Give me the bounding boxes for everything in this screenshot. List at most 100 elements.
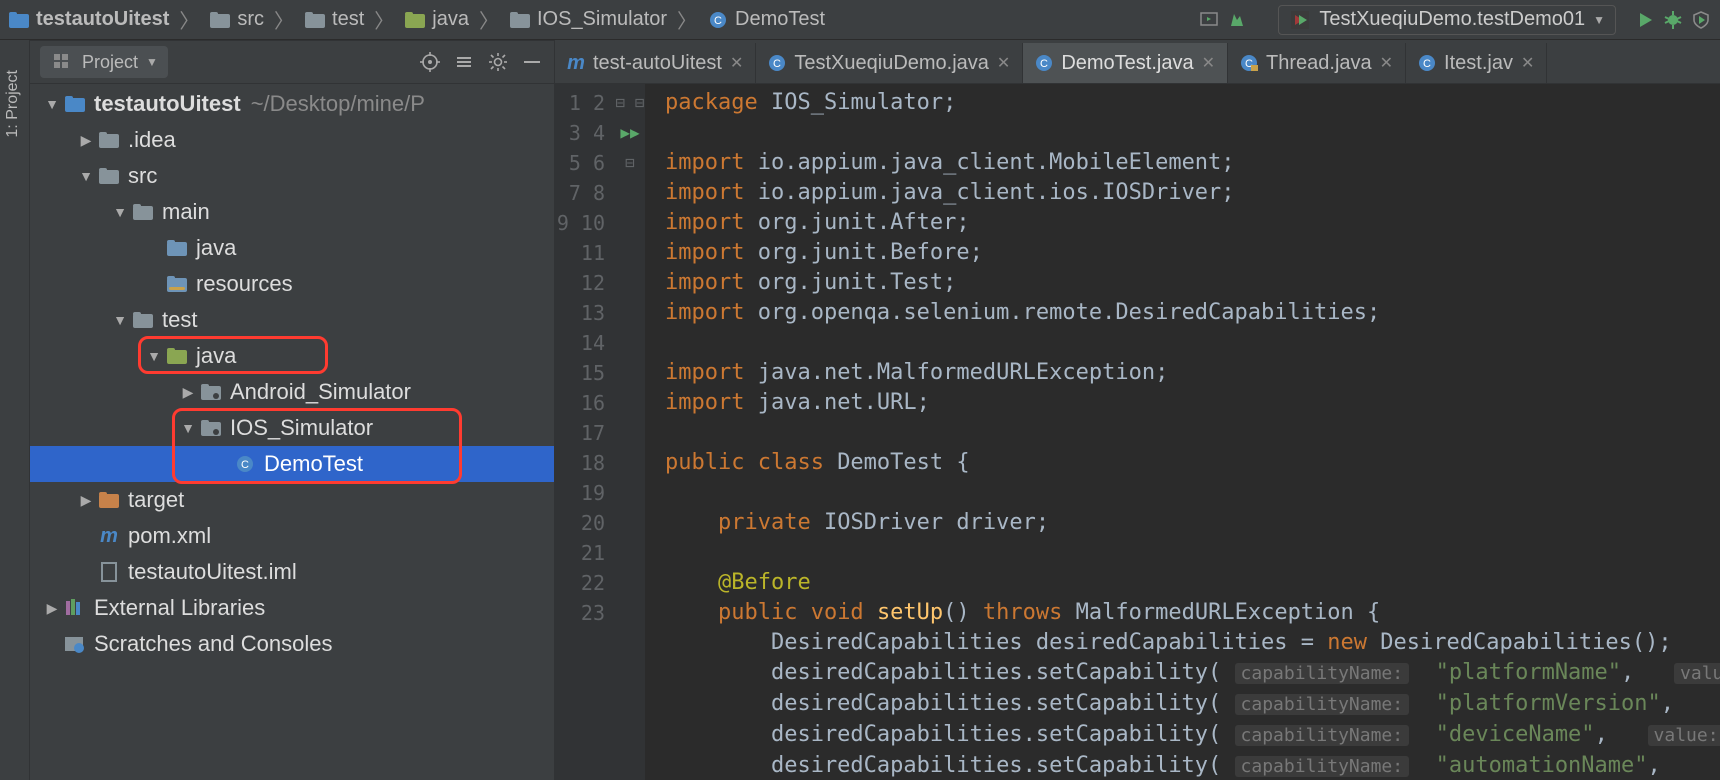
- chevron-right-icon[interactable]: ▶: [78, 492, 94, 509]
- tree-item-pom[interactable]: m pom.xml: [30, 518, 554, 554]
- module-icon: [64, 93, 86, 115]
- file-icon: [98, 561, 120, 583]
- collapse-icon[interactable]: [452, 50, 476, 74]
- package-icon: [200, 417, 222, 439]
- code-area[interactable]: package IOS_Simulator; import io.appium.…: [645, 84, 1720, 780]
- tab-label: DemoTest.java: [1061, 52, 1193, 75]
- debug-icon[interactable]: [1662, 9, 1684, 31]
- close-icon[interactable]: ✕: [1202, 53, 1215, 73]
- editor-tab[interactable]: CDemoTest.java✕: [1023, 43, 1228, 83]
- chevron-down-icon[interactable]: ▼: [146, 348, 162, 364]
- run-target-icon[interactable]: [1198, 9, 1220, 31]
- tree-root[interactable]: ▼ testautoUitest ~/Desktop/mine/P: [30, 86, 554, 122]
- project-panel: Project ▼ ▼ testautoUitest ~/Desktop/min…: [30, 40, 555, 780]
- project-tree[interactable]: ▼ testautoUitest ~/Desktop/mine/P ▶ .ide…: [30, 84, 554, 780]
- close-icon[interactable]: ✕: [997, 53, 1010, 73]
- excluded-folder-icon: [98, 489, 120, 511]
- breadcrumb-seg[interactable]: DemoTest: [735, 8, 825, 31]
- hide-icon[interactable]: [520, 50, 544, 74]
- line-number-gutter: 1 2 3 4 5 6 7 8 9 10 11 12 13 14 15 16 1…: [555, 84, 615, 780]
- chevron-right-icon: 〉: [677, 5, 697, 34]
- project-tool-button[interactable]: 1: Project: [4, 70, 22, 138]
- editor-tab[interactable]: C Itest.jav ✕: [1406, 43, 1547, 83]
- maven-icon: m: [98, 525, 120, 547]
- project-panel-header: Project ▼: [30, 40, 554, 84]
- tree-item-ios-sim[interactable]: ▼ IOS_Simulator: [30, 410, 554, 446]
- chevron-right-icon: 〉: [479, 5, 499, 34]
- tool-window-strip: 1: Project: [0, 40, 30, 780]
- tree-item-idea[interactable]: ▶ .idea: [30, 122, 554, 158]
- breadcrumb-seg[interactable]: IOS_Simulator: [537, 8, 667, 31]
- tree-item-main-resources[interactable]: resources: [30, 266, 554, 302]
- project-view-selector[interactable]: Project ▼: [40, 46, 168, 78]
- breadcrumb[interactable]: testautoUitest 〉 src 〉 test 〉 java 〉 IOS_Sim…: [8, 5, 825, 34]
- project-view-label: Project: [82, 52, 138, 73]
- gear-icon[interactable]: [486, 50, 510, 74]
- package-icon: [200, 381, 222, 403]
- chevron-down-icon[interactable]: ▼: [112, 312, 128, 328]
- editor-tabs: mtest-autoUitest✕CTestXueqiuDemo.java✕CD…: [555, 40, 1720, 84]
- tab-label: test-autoUitest: [593, 52, 722, 75]
- test-source-folder-icon: [166, 345, 188, 367]
- chevron-right-icon[interactable]: ▶: [180, 384, 196, 401]
- package-icon: [509, 9, 531, 31]
- folder-icon: [132, 201, 154, 223]
- run-icon[interactable]: [1634, 9, 1656, 31]
- close-icon[interactable]: ✕: [730, 53, 743, 73]
- folder-icon: [209, 9, 231, 31]
- code-editor[interactable]: 1 2 3 4 5 6 7 8 9 10 11 12 13 14 15 16 1…: [555, 84, 1720, 780]
- folder-icon: [98, 165, 120, 187]
- tree-item-target[interactable]: ▶ target: [30, 482, 554, 518]
- editor-area: mtest-autoUitest✕CTestXueqiuDemo.java✕CD…: [555, 40, 1720, 780]
- tree-item-iml[interactable]: testautoUitest.iml: [30, 554, 554, 590]
- chevron-down-icon[interactable]: ▼: [112, 204, 128, 220]
- chevron-down-icon[interactable]: ▼: [78, 168, 94, 184]
- tree-item-main[interactable]: ▼ main: [30, 194, 554, 230]
- breadcrumb-seg[interactable]: java: [432, 8, 469, 31]
- tab-label: Itest.jav: [1444, 52, 1513, 75]
- svg-text:C: C: [1423, 58, 1431, 70]
- test-folder-icon: [404, 9, 426, 31]
- breadcrumb-seg[interactable]: src: [237, 8, 264, 31]
- source-folder-icon: [166, 237, 188, 259]
- module-icon: [8, 9, 30, 31]
- chevron-right-icon: 〉: [274, 5, 294, 34]
- chevron-down-icon[interactable]: ▼: [44, 96, 60, 112]
- folder-icon: [304, 9, 326, 31]
- editor-tab[interactable]: CThread.java✕: [1228, 43, 1406, 83]
- tree-item-external-libs[interactable]: ▶ External Libraries: [30, 590, 554, 626]
- tree-item-test-java[interactable]: ▼ java: [30, 338, 554, 374]
- chevron-right-icon[interactable]: ▶: [78, 132, 94, 149]
- gutter-marks[interactable]: ⊟ ⊟ ▶▶ ⊟: [615, 84, 645, 780]
- coverage-icon[interactable]: [1690, 9, 1712, 31]
- tab-label: Thread.java: [1266, 52, 1372, 75]
- resources-folder-icon: [166, 273, 188, 295]
- chevron-down-icon: ▼: [1593, 13, 1605, 27]
- breadcrumb-seg[interactable]: test: [332, 8, 364, 31]
- tree-item-src[interactable]: ▼ src: [30, 158, 554, 194]
- tree-item-android-sim[interactable]: ▶ Android_Simulator: [30, 374, 554, 410]
- junit-icon: [1289, 9, 1311, 31]
- scratches-icon: [64, 633, 86, 655]
- project-icon: [50, 50, 74, 74]
- tree-item-test[interactable]: ▼ test: [30, 302, 554, 338]
- class-icon: C: [707, 9, 729, 31]
- close-icon[interactable]: ✕: [1521, 53, 1534, 73]
- chevron-right-icon: 〉: [179, 5, 199, 34]
- tree-item-scratches[interactable]: Scratches and Consoles: [30, 626, 554, 662]
- close-icon[interactable]: ✕: [1380, 53, 1393, 73]
- tab-label: TestXueqiuDemo.java: [794, 52, 989, 75]
- locate-icon[interactable]: [418, 50, 442, 74]
- breadcrumb-seg[interactable]: testautoUitest: [36, 8, 169, 31]
- editor-tab[interactable]: mtest-autoUitest✕: [555, 43, 756, 83]
- tree-item-demotest[interactable]: C DemoTest: [30, 446, 554, 482]
- folder-icon: [132, 309, 154, 331]
- class-icon: C: [234, 453, 256, 475]
- chevron-right-icon[interactable]: ▶: [44, 600, 60, 617]
- svg-text:C: C: [773, 58, 781, 70]
- chevron-down-icon[interactable]: ▼: [180, 420, 196, 436]
- run-config-selector[interactable]: TestXueqiuDemo.testDemo01 ▼: [1278, 5, 1616, 35]
- build-icon[interactable]: [1226, 9, 1248, 31]
- editor-tab[interactable]: C TestXueqiuDemo.java ✕: [756, 43, 1023, 83]
- tree-item-main-java[interactable]: java: [30, 230, 554, 266]
